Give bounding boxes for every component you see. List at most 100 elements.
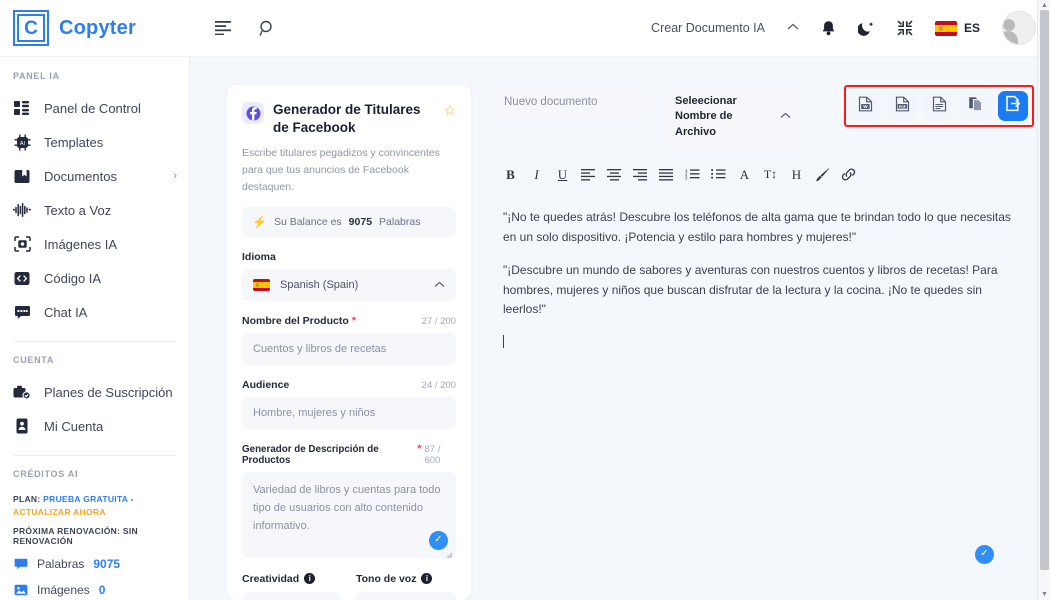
user-avatar[interactable] (1002, 11, 1036, 45)
align-justify-button[interactable] (655, 163, 678, 186)
audience-input[interactable]: Hombre, mujeres y niños (242, 397, 456, 429)
scrollbar-thumb[interactable] (1040, 10, 1049, 570)
sidebar-item-label: Templates (44, 135, 103, 150)
text-doc-icon (932, 96, 947, 117)
product-description-textarea[interactable]: Variedad de libros y cuentas para todo t… (242, 472, 456, 558)
brand-mark-icon: C (13, 10, 49, 46)
align-right-button[interactable] (629, 163, 652, 186)
underline-button[interactable]: U (551, 163, 574, 186)
star-favorite-icon[interactable]: ☆ (443, 102, 456, 119)
link-button[interactable] (837, 163, 860, 186)
id-card-icon (13, 417, 31, 435)
scroll-down-arrow-icon[interactable]: ▼ (1041, 591, 1048, 598)
collapse-screen-icon[interactable] (897, 20, 913, 36)
waveform-icon (13, 201, 31, 219)
audience-value: Hombre, mujeres y niños (253, 407, 375, 419)
align-left-button[interactable] (577, 163, 600, 186)
avatar-head (1003, 19, 1015, 31)
chevron-up-icon[interactable] (787, 22, 799, 34)
credit-value: 0 (99, 583, 106, 597)
info-icon[interactable]: i (421, 573, 432, 584)
align-center-button[interactable] (603, 163, 626, 186)
spain-flag-icon (935, 21, 957, 36)
sidebar-item-chat-ia[interactable]: Chat IA (0, 295, 189, 329)
file-name-select[interactable]: Seleecionar Nombre de Archivo (663, 85, 803, 149)
plan-name: PRUEBA GRATUITA (43, 494, 128, 504)
moon-icon[interactable] (858, 20, 875, 37)
sidebar-section-cuenta: CUENTA (0, 342, 189, 375)
brand-name: Copyter (59, 17, 136, 40)
info-icon[interactable]: i (304, 573, 315, 584)
heading-button[interactable]: H (785, 163, 808, 186)
copy-document-button[interactable] (961, 91, 991, 121)
export-text-button[interactable] (924, 91, 954, 121)
ordered-list-button[interactable]: 123 (681, 163, 704, 186)
page-body: PANEL IA Panel de Control (0, 57, 1050, 600)
creativity-select[interactable]: Media (242, 592, 342, 600)
italic-button[interactable]: I (525, 163, 548, 186)
sidebar-item-texto-a-voz[interactable]: Texto a Voz (0, 193, 189, 227)
facebook-icon (242, 102, 264, 124)
brand-logo[interactable]: C Copyter (0, 10, 190, 46)
product-field-label: Nombre del Producto * 27 / 200 (242, 315, 456, 327)
sidebar-item-label: Texto a Voz (44, 203, 111, 218)
sidebar-item-imagenes-ia[interactable]: Imágenes IA (0, 227, 189, 261)
top-bar-left-icons (190, 20, 276, 37)
export-pdf-button[interactable]: PDF (887, 91, 917, 121)
create-document-button[interactable]: Crear Documento IA (651, 21, 765, 35)
svg-text:PDF: PDF (898, 104, 906, 108)
document-editor[interactable]: "¡No te quedes atrás! Descubre los teléf… (491, 208, 1034, 600)
save-document-button[interactable] (998, 91, 1028, 121)
product-name-input[interactable]: Cuentos y libros de recetas (242, 333, 456, 365)
audience-field-label: Audience 24 / 200 (242, 379, 456, 391)
language-code: ES (964, 21, 980, 35)
description-counter: 87 / 600 (425, 444, 456, 466)
tone-field: Tono de voz i Casual (356, 573, 456, 600)
language-select[interactable]: Spanish (Spain) (242, 269, 456, 301)
search-icon[interactable] (259, 20, 276, 37)
document-name-input[interactable]: Nuevo documento (491, 85, 651, 119)
sidebar-item-codigo-ia[interactable]: Código IA (0, 261, 189, 295)
plan-prefix: PLAN: (13, 494, 40, 504)
language-selector[interactable]: ES (935, 21, 980, 36)
spain-flag-icon (253, 279, 270, 291)
tone-label-text: Tono de voz (356, 573, 416, 585)
plan-separator: - (131, 494, 134, 504)
sidebar-item-label: Imágenes IA (44, 237, 117, 252)
sidebar-item-planes-de-suscripcion[interactable]: Planes de Suscripción (0, 375, 189, 409)
chevron-up-icon (434, 280, 445, 291)
language-value: Spanish (Spain) (280, 279, 358, 291)
font-letter-button[interactable]: A (733, 163, 756, 186)
sidebar-item-documentos[interactable]: Documentos › (0, 159, 189, 193)
sidebar-item-mi-cuenta[interactable]: Mi Cuenta (0, 409, 189, 443)
bell-icon[interactable] (821, 20, 836, 37)
word-doc-icon: W (858, 96, 873, 117)
tone-select[interactable]: Casual (356, 592, 456, 600)
creativity-label-text: Creatividad (242, 573, 299, 585)
form-description: Escribe titulares pegadizos y convincent… (242, 145, 456, 196)
editor-paragraph: "¡No te quedes atrás! Descubre los teléf… (503, 208, 1012, 248)
scroll-up-arrow-icon[interactable]: ▲ (1041, 2, 1048, 9)
export-word-button[interactable]: W (850, 91, 880, 121)
credit-value: 9075 (93, 557, 120, 571)
bold-button[interactable]: B (499, 163, 522, 186)
font-size-button[interactable]: T↕ (759, 163, 782, 186)
generator-form-card: Generador de Titulares de Facebook ☆ Esc… (227, 85, 471, 600)
brush-button[interactable] (811, 163, 834, 186)
sidebar-item-templates[interactable]: AI Templates (0, 125, 189, 159)
credit-row-palabras: Palabras 9075 (13, 557, 176, 572)
resize-grip-icon[interactable]: ◢ (446, 548, 454, 556)
save-export-icon (1005, 95, 1022, 117)
svg-text:AI: AI (19, 141, 25, 147)
audience-counter: 24 / 200 (422, 380, 456, 391)
page-scrollbar[interactable]: ▲ ▼ (1037, 0, 1050, 600)
sidebar-item-panel-de-control[interactable]: Panel de Control (0, 91, 189, 125)
plan-upgrade-link[interactable]: ACTUALIZAR AHORA (13, 507, 106, 517)
credit-label: Imágenes (37, 583, 90, 597)
bullet-list-button[interactable] (707, 163, 730, 186)
svg-text:3: 3 (685, 175, 688, 180)
menu-lines-icon[interactable] (215, 21, 233, 35)
top-bar-right: Crear Documento IA (651, 11, 1050, 45)
check-circle-icon[interactable]: ✓ (975, 545, 994, 564)
sidebar-item-label: Código IA (44, 271, 101, 286)
